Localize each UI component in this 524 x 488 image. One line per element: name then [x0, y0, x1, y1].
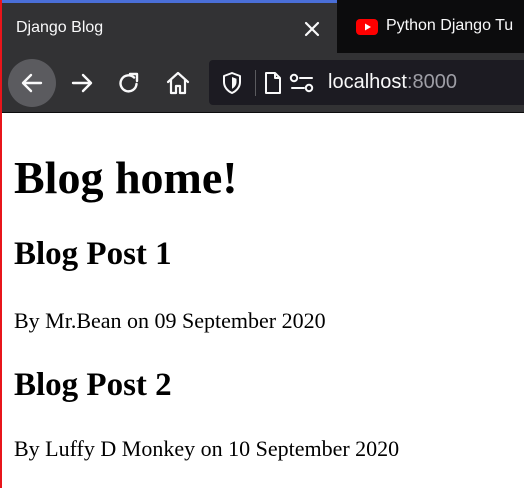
youtube-icon: [356, 19, 378, 35]
close-icon[interactable]: [300, 17, 324, 41]
tab-title: Python Django Tu: [386, 17, 514, 34]
url-text[interactable]: localhost:8000: [328, 70, 457, 94]
tab-django-blog[interactable]: Django Blog: [0, 0, 337, 53]
reload-button[interactable]: [105, 59, 153, 107]
home-icon: [166, 71, 190, 95]
url-port: :8000: [406, 71, 457, 93]
address-bar[interactable]: localhost:8000: [209, 60, 524, 105]
navigation-toolbar: localhost:8000: [0, 53, 524, 113]
tab-title: Django Blog: [16, 19, 104, 36]
post-title: Blog Post 2: [14, 367, 172, 403]
forward-button[interactable]: [58, 59, 106, 107]
url-host: localhost: [328, 71, 407, 93]
reload-icon: [119, 72, 139, 93]
divider: [255, 70, 256, 96]
post-title: Blog Post 1: [14, 236, 172, 272]
back-button[interactable]: [8, 59, 56, 107]
home-button[interactable]: [154, 59, 202, 107]
tab-strip: Django Blog Python Django Tu: [0, 0, 524, 53]
arrow-right-icon: [71, 73, 93, 93]
shield-icon[interactable]: [221, 71, 243, 100]
window-border: [0, 0, 2, 488]
tab-python-django[interactable]: Python Django Tu: [337, 0, 524, 53]
post-meta: By Luffy D Monkey on 10 September 2020: [14, 436, 400, 461]
arrow-left-icon: [21, 73, 43, 93]
permissions-icon[interactable]: [289, 73, 315, 98]
page-title: Blog home!: [14, 152, 238, 203]
post-meta: By Mr.Bean on 09 September 2020: [14, 308, 326, 333]
page-icon[interactable]: [263, 71, 283, 100]
